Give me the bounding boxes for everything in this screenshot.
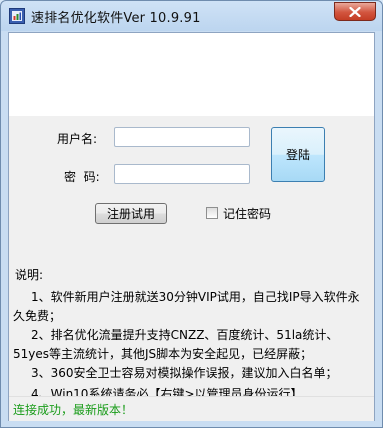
register-trial-button[interactable]: 注册试用 bbox=[95, 203, 167, 224]
remember-password-checkbox[interactable] bbox=[206, 207, 218, 219]
close-icon bbox=[349, 6, 361, 17]
note-item: 3、360安全卫士容易对模拟操作误报，建议加入白名单； bbox=[31, 366, 338, 380]
client-area: 用户名: 密 码: 登陆 注册试用 记住密码 说明: 1、软件新用户注册就送30… bbox=[8, 32, 375, 421]
login-button[interactable]: 登陆 bbox=[271, 127, 325, 182]
note-item: 2、排名优化流量提升支持CNZZ、百度统计、51la统计、51yes等主流统计，… bbox=[13, 328, 339, 361]
remember-password-label[interactable]: 记住密码 bbox=[223, 205, 271, 222]
app-icon bbox=[9, 8, 25, 24]
app-window: 速排名优化软件Ver 10.9.91 用户名: 密 码: 登陆 注册试用 记住密… bbox=[0, 0, 383, 428]
password-input[interactable] bbox=[114, 164, 250, 184]
title-bar[interactable]: 速排名优化软件Ver 10.9.91 bbox=[1, 1, 382, 31]
banner-area bbox=[9, 33, 374, 116]
password-label: 密 码: bbox=[64, 170, 100, 184]
notes-title: 说明: bbox=[15, 268, 44, 282]
close-button[interactable] bbox=[334, 2, 376, 21]
window-title: 速排名优化软件Ver 10.9.91 bbox=[31, 11, 201, 26]
status-bar: 连接成功，最新版本！ bbox=[9, 396, 374, 421]
notes-panel: 说明: 1、软件新用户注册就送30分钟VIP试用，自己找IP导入软件永久免费； … bbox=[9, 266, 374, 401]
username-input[interactable] bbox=[114, 127, 250, 147]
login-form: 用户名: 密 码: 登陆 注册试用 记住密码 bbox=[9, 116, 374, 266]
status-text: 连接成功，最新版本！ bbox=[13, 403, 134, 417]
username-label: 用户名: bbox=[57, 132, 98, 146]
note-item: 1、软件新用户注册就送30分钟VIP试用，自己找IP导入软件永久免费； bbox=[13, 290, 360, 323]
